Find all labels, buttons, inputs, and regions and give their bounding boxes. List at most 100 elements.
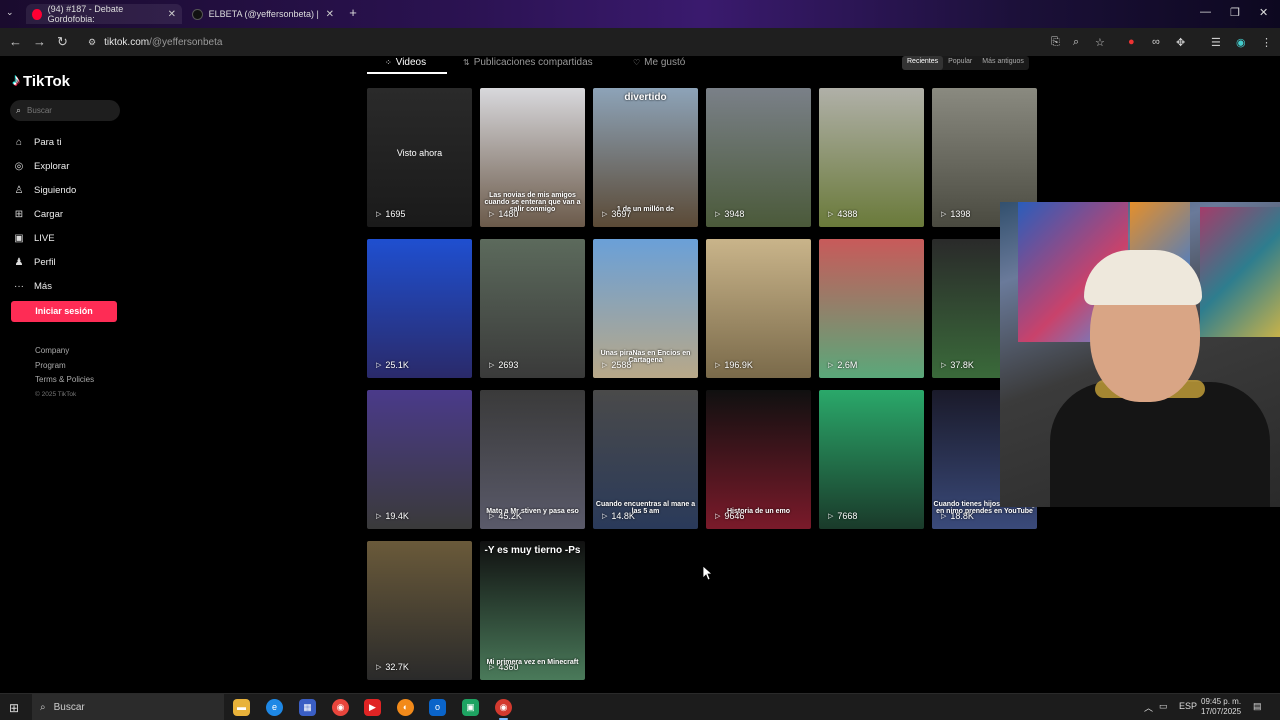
video-card[interactable]: Unas piraNas en Encios en Cartagena ▷ 2588 — [593, 239, 698, 378]
poster — [1200, 207, 1280, 337]
sort-popular[interactable]: Popular — [943, 56, 977, 70]
footer-terms-link[interactable]: Terms & Policies — [35, 373, 94, 388]
extensions-puzzle-icon[interactable]: ✥ — [1176, 36, 1185, 49]
video-card[interactable]: Mato a Mr stiven y pasa eso ▷ 45.2K — [480, 390, 585, 529]
store-icon[interactable]: ▦ — [299, 699, 316, 716]
sidebar-item-label: Explorar — [34, 160, 70, 172]
chrome-icon[interactable]: ◉ — [332, 699, 349, 716]
video-card[interactable]: Cuando encuentras al mane a las 5 am ▷ 14.… — [593, 390, 698, 529]
view-count: ▷ 32.7K — [376, 662, 409, 672]
view-count: ▷ 7668 — [828, 511, 857, 521]
tiktok-logo[interactable]: ♪ TikTok — [12, 72, 70, 90]
close-window-icon[interactable]: ✕ — [1259, 6, 1268, 19]
reload-icon[interactable]: ↻ — [57, 34, 68, 50]
tab-shared-posts[interactable]: ⇅ Publicaciones compartidas — [463, 57, 593, 68]
video-card[interactable]: ▷ 2.6M — [819, 239, 924, 378]
video-card[interactable]: ▷ 196.9K — [706, 239, 811, 378]
video-card[interactable]: -Y es muy tierno -Ps Mi primera vez en Mi… — [480, 541, 585, 680]
view-count-value: 3948 — [724, 209, 745, 219]
login-button[interactable]: Iniciar sesión — [11, 301, 117, 322]
site-info-icon[interactable]: ⚙ — [88, 37, 96, 48]
sidebar-item-cargar[interactable]: ⊞ Cargar — [12, 202, 76, 226]
video-card[interactable]: ▷ 25.1K — [367, 239, 472, 378]
address-bar[interactable]: ⚙ tiktok.com /@yeffersonbeta — [80, 32, 1040, 52]
view-count: ▷ 9646 — [715, 511, 744, 521]
tab-search-chevron-icon[interactable]: ⌄ — [6, 7, 14, 18]
video-card[interactable]: ▷ 2693 — [480, 239, 585, 378]
video-card[interactable]: divertido 1 de un millón de ▷ 3697 — [593, 88, 698, 227]
close-tab-icon[interactable]: ✕ — [326, 9, 334, 20]
view-count: ▷ 14.8K — [602, 511, 635, 521]
video-card[interactable]: ▷ 3948 — [706, 88, 811, 227]
close-tab-icon[interactable]: ✕ — [168, 9, 176, 20]
video-card[interactable]: Visto ahora ▷ 1695 — [367, 88, 472, 227]
search-input[interactable]: ⌕ Buscar — [10, 100, 120, 121]
footer-company-link[interactable]: Company — [35, 344, 94, 359]
tab-tiktok[interactable]: ELBETA (@yeffersonbeta) | TikTok ✕ — [186, 4, 340, 24]
tray-chevron-icon[interactable]: ︿ — [1144, 701, 1153, 714]
video-card[interactable]: ▷ 19.4K — [367, 390, 472, 529]
sidebar-item-live[interactable]: ▣ LIVE — [12, 226, 76, 250]
view-count-value: 18.8K — [950, 511, 974, 521]
taskbar-search-placeholder: Buscar — [53, 702, 85, 713]
menu-kebab-icon[interactable]: ⋮ — [1261, 36, 1272, 49]
tab-label: Videos — [395, 57, 427, 68]
file-explorer-icon[interactable]: ▬ — [233, 699, 250, 716]
chrome-active-icon[interactable]: ◉ — [495, 699, 512, 720]
video-card[interactable]: Las novias de mis amigos cuando se enter… — [480, 88, 585, 227]
network-icon[interactable]: ▭ — [1159, 701, 1168, 712]
search-placeholder: Buscar — [27, 106, 52, 115]
play-icon: ▷ — [602, 362, 608, 369]
zoom-icon[interactable]: ⌕ — [1073, 36, 1079, 49]
extension-red-icon[interactable]: ● — [1128, 36, 1135, 48]
edge-icon[interactable]: e — [266, 699, 283, 716]
system-clock[interactable]: 09:45 p. m. 17/07/2025 — [1201, 697, 1241, 717]
sidebar-item-siguiendo[interactable]: ♙ Siguiendo — [12, 178, 77, 202]
sort-oldest[interactable]: Más antiguos — [977, 56, 1029, 70]
view-count-value: 19.4K — [385, 511, 409, 521]
forward-arrow-icon[interactable]: → — [33, 34, 46, 49]
sidebar-item-para-ti[interactable]: ⌂ Para ti — [12, 130, 76, 154]
cast-icon[interactable]: ⎘ — [1051, 36, 1060, 49]
link-extension-icon[interactable]: ∞ — [1152, 36, 1160, 48]
language-indicator[interactable]: ESP — [1179, 701, 1197, 711]
notifications-icon[interactable]: ▤ — [1253, 701, 1262, 712]
tiktok-note-icon: ♪ — [12, 72, 20, 89]
view-count-value: 25.1K — [385, 360, 409, 370]
taskbar-search-input[interactable]: ⌕ Buscar — [32, 694, 224, 720]
video-card[interactable]: ▷ 32.7K — [367, 541, 472, 680]
video-card[interactable]: ▷ 7668 — [819, 390, 924, 529]
sidebar-item-explorar[interactable]: ◎ Explorar — [12, 154, 76, 178]
profile-avatar-icon[interactable]: ◉ — [1236, 36, 1246, 49]
video-card[interactable]: ▷ 4388 — [819, 88, 924, 227]
windows-start-icon[interactable]: ⊞ — [9, 701, 19, 715]
tab-liked[interactable]: ♡ Me gustó — [633, 57, 685, 68]
heart-icon: ♡ — [633, 58, 641, 67]
restore-icon[interactable]: ❐ — [1230, 6, 1240, 19]
view-count: ▷ 1695 — [376, 209, 405, 219]
play-icon: ▷ — [715, 211, 721, 218]
outlook-icon[interactable]: o — [429, 699, 446, 716]
view-count: ▷ 2.6M — [828, 360, 857, 370]
reading-list-icon[interactable]: ☰ — [1211, 36, 1221, 49]
youtube-app-icon[interactable]: ▶ — [364, 699, 381, 716]
new-tab-button[interactable]: + — [346, 6, 360, 20]
bookmark-star-icon[interactable]: ☆ — [1095, 36, 1105, 49]
play-icon: ▷ — [941, 362, 947, 369]
minimize-icon[interactable]: — — [1200, 6, 1211, 18]
sidebar-item-perfil[interactable]: ♟ Perfil — [12, 250, 76, 274]
view-count-value: 3697 — [611, 209, 632, 219]
play-icon: ▷ — [602, 513, 608, 520]
footer-program-link[interactable]: Program — [35, 359, 94, 374]
back-arrow-icon[interactable]: ← — [9, 34, 22, 49]
app-green-icon[interactable]: ▣ — [462, 699, 479, 716]
sidebar-item-mas[interactable]: ··· Más — [12, 274, 76, 298]
compass-icon: ◎ — [14, 160, 24, 172]
logo-text: TikTok — [23, 72, 70, 90]
video-card[interactable]: Historia de un emo ▷ 9646 — [706, 390, 811, 529]
active-tab-underline — [367, 72, 447, 74]
sort-recent[interactable]: Recientes — [902, 56, 944, 70]
tab-videos[interactable]: ⁘ Videos — [385, 57, 426, 68]
tab-youtube[interactable]: (94) #187 - Debate Gordofobia: ✕ — [26, 4, 182, 24]
firefox-icon[interactable]: ◐ — [397, 699, 414, 716]
